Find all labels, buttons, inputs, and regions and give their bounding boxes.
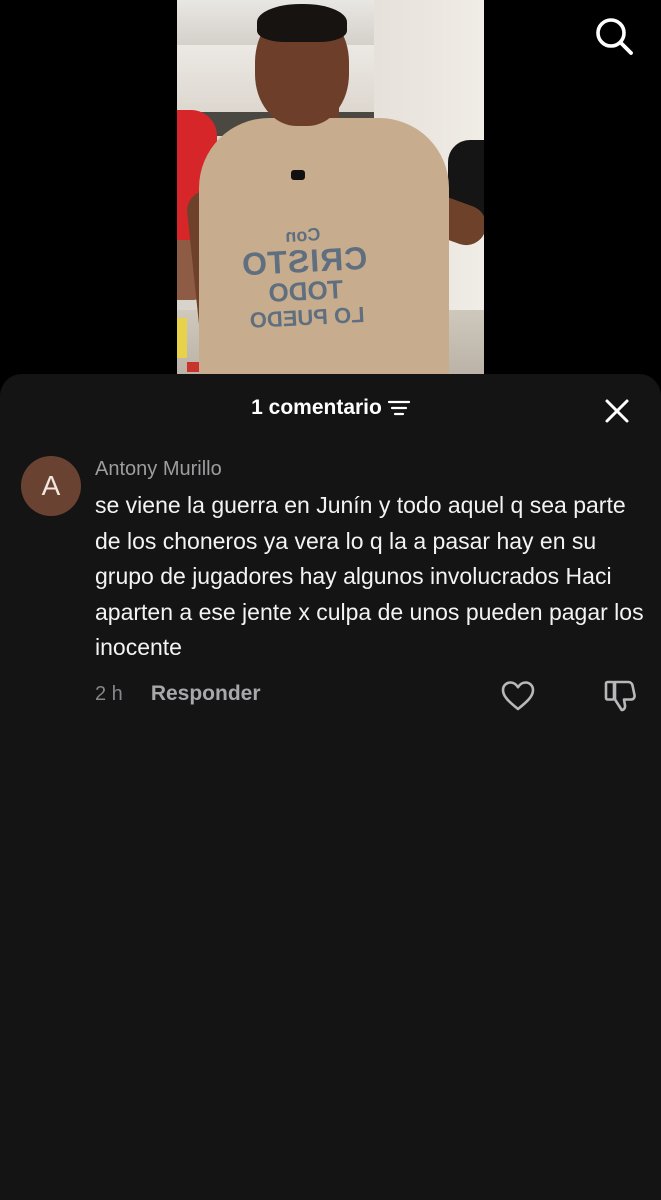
reply-button[interactable]: Responder — [151, 682, 261, 706]
avatar[interactable]: A — [21, 456, 81, 516]
comments-sheet: 1 comentario A Antony Murillo se viene l… — [0, 374, 661, 1200]
shirt-print: Con CRISTO TODO LO PUEDO — [232, 222, 377, 333]
subject-hair — [257, 4, 347, 42]
like-button[interactable] — [500, 680, 536, 712]
video-player[interactable]: Con CRISTO TODO LO PUEDO — [177, 0, 484, 380]
heart-icon — [501, 681, 535, 711]
comment-count-sort[interactable]: 1 comentario — [251, 396, 410, 420]
search-icon — [596, 18, 633, 55]
dislike-button[interactable] — [602, 678, 638, 714]
comment-text: se viene la guerra en Junín y todo aquel… — [95, 492, 644, 660]
comment-time: 2 h — [95, 682, 123, 705]
close-button[interactable] — [600, 394, 634, 428]
close-icon — [605, 399, 629, 423]
search-button[interactable] — [592, 14, 636, 58]
lapel-mic — [291, 170, 305, 180]
screen: Con CRISTO TODO LO PUEDO 1 comentario A … — [0, 0, 661, 1200]
comment-meta: 2 h Responder — [95, 682, 261, 706]
video-subject: Con CRISTO TODO LO PUEDO — [177, 0, 484, 380]
thumbs-down-icon — [604, 680, 636, 712]
comments-header: 1 comentario — [0, 396, 661, 424]
comment-count: 1 comentario — [251, 396, 382, 419]
filter-icon — [387, 400, 410, 416]
comment-username[interactable]: Antony Murillo — [95, 458, 222, 481]
